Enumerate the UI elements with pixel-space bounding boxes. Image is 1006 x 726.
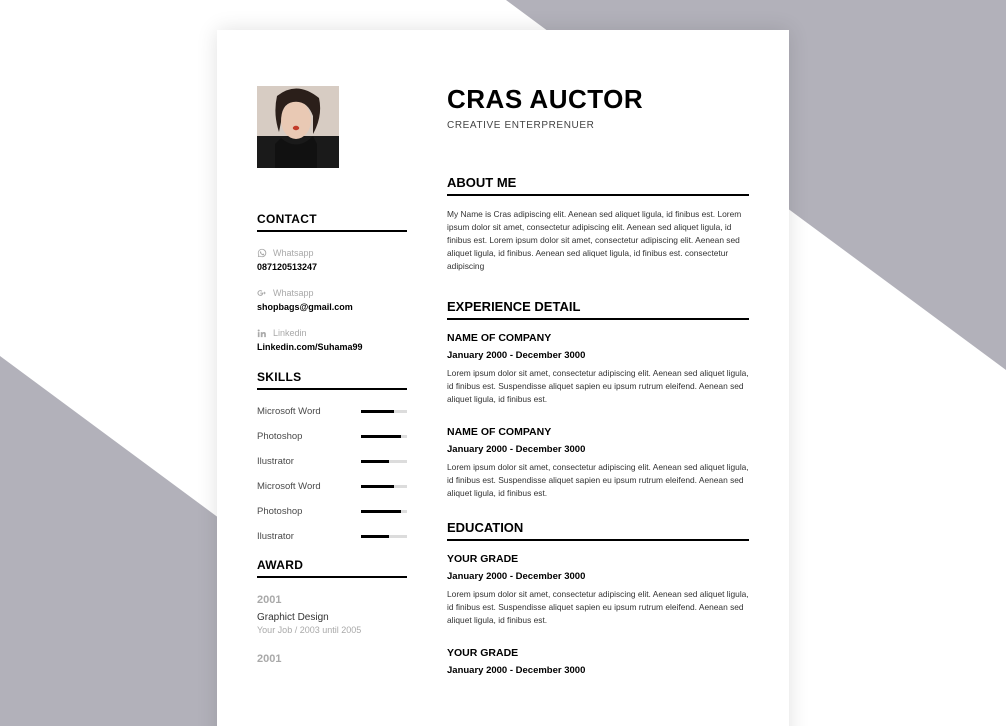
education-heading: EDUCATION: [447, 520, 749, 535]
education-item: YOUR GRADE January 2000 - December 3000 …: [447, 553, 749, 627]
skill-fill: [361, 485, 394, 488]
education-grade: YOUR GRADE: [447, 553, 749, 565]
about-text: My Name is Cras adipiscing elit. Aenean …: [447, 208, 749, 273]
skills-list: Microsoft Word Photoshop Ilustrator Micr…: [257, 406, 407, 542]
skill-fill: [361, 460, 389, 463]
contact-heading: CONTACT: [257, 212, 407, 226]
skill-bar: [361, 435, 407, 438]
skill-row: Microsoft Word: [257, 406, 407, 417]
award-item: 2001: [257, 653, 407, 665]
education-grade: YOUR GRADE: [447, 647, 749, 659]
contact-label-text: Whatsapp: [273, 248, 314, 258]
skill-row: Photoshop: [257, 506, 407, 517]
skill-bar: [361, 485, 407, 488]
contact-label: Linkedin: [257, 328, 407, 338]
experience-text: Lorem ipsum dolor sit amet, consectetur …: [447, 367, 749, 406]
company-name: NAME OF COMPANY: [447, 426, 749, 438]
skill-fill: [361, 535, 389, 538]
education-item: YOUR GRADE January 2000 - December 3000: [447, 647, 749, 676]
education-dates: January 2000 - December 3000: [447, 571, 749, 582]
skill-name: Photoshop: [257, 506, 302, 517]
contact-item: Whatsapp 087120513247: [257, 248, 407, 272]
award-year: 2001: [257, 653, 407, 665]
skills-section: SKILLS Microsoft Word Photoshop Ilustrat…: [257, 370, 407, 542]
contact-section: CONTACT Whatsapp 087120513247: [257, 212, 407, 352]
experience-dates: January 2000 - December 3000: [447, 350, 749, 361]
contact-value: shopbags@gmail.com: [257, 302, 407, 312]
experience-section: EXPERIENCE DETAIL NAME OF COMPANY Januar…: [447, 299, 749, 500]
award-sub: Your Job / 2003 until 2005: [257, 625, 407, 635]
experience-heading: EXPERIENCE DETAIL: [447, 299, 749, 314]
skill-bar: [361, 460, 407, 463]
divider: [447, 539, 749, 541]
skill-bar: [361, 535, 407, 538]
experience-item: NAME OF COMPANY January 2000 - December …: [447, 426, 749, 500]
skill-fill: [361, 435, 401, 438]
contact-value: Linkedin.com/Suhama99: [257, 342, 407, 352]
contact-item: Linkedin Linkedin.com/Suhama99: [257, 328, 407, 352]
resume-page: CONTACT Whatsapp 087120513247: [217, 30, 789, 726]
education-section: EDUCATION YOUR GRADE January 2000 - Dece…: [447, 520, 749, 676]
award-item: 2001 Graphict Design Your Job / 2003 unt…: [257, 594, 407, 635]
divider: [447, 318, 749, 320]
award-heading: AWARD: [257, 558, 407, 572]
award-title: Graphict Design: [257, 612, 407, 623]
stage: CONTACT Whatsapp 087120513247: [0, 0, 1006, 726]
education-text: Lorem ipsum dolor sit amet, consectetur …: [447, 588, 749, 627]
company-name: NAME OF COMPANY: [447, 332, 749, 344]
skill-row: Microsoft Word: [257, 481, 407, 492]
left-column: CONTACT Whatsapp 087120513247: [257, 86, 407, 726]
linkedin-icon: [257, 328, 267, 338]
divider: [447, 194, 749, 196]
education-dates: January 2000 - December 3000: [447, 665, 749, 676]
whatsapp-icon: [257, 248, 267, 258]
about-section: ABOUT ME My Name is Cras adipiscing elit…: [447, 175, 749, 273]
skill-bar: [361, 410, 407, 413]
contact-label: Whatsapp: [257, 288, 407, 298]
skill-name: Photoshop: [257, 431, 302, 442]
experience-item: NAME OF COMPANY January 2000 - December …: [447, 332, 749, 406]
contact-label-text: Linkedin: [273, 328, 307, 338]
skill-fill: [361, 410, 394, 413]
contact-item: Whatsapp shopbags@gmail.com: [257, 288, 407, 312]
skill-bar: [361, 510, 407, 513]
skill-name: Microsoft Word: [257, 406, 321, 417]
divider: [257, 576, 407, 578]
skills-heading: SKILLS: [257, 370, 407, 384]
experience-dates: January 2000 - December 3000: [447, 444, 749, 455]
person-role: CREATIVE ENTERPRENUER: [447, 120, 749, 131]
skill-row: Ilustrator: [257, 456, 407, 467]
right-column: CRAS AUCTOR CREATIVE ENTERPRENUER ABOUT …: [447, 86, 749, 726]
experience-text: Lorem ipsum dolor sit amet, consectetur …: [447, 461, 749, 500]
about-heading: ABOUT ME: [447, 175, 749, 190]
skill-row: Photoshop: [257, 431, 407, 442]
skill-name: Microsoft Word: [257, 481, 321, 492]
contact-label: Whatsapp: [257, 248, 407, 258]
skill-name: Ilustrator: [257, 531, 294, 542]
skill-row: Ilustrator: [257, 531, 407, 542]
contact-value: 087120513247: [257, 262, 407, 272]
person-name: CRAS AUCTOR: [447, 86, 749, 112]
skill-fill: [361, 510, 401, 513]
award-section: AWARD 2001 Graphict Design Your Job / 20…: [257, 558, 407, 665]
contact-label-text: Whatsapp: [273, 288, 314, 298]
skill-name: Ilustrator: [257, 456, 294, 467]
profile-photo: [257, 86, 339, 168]
google-plus-icon: [257, 288, 267, 298]
award-year: 2001: [257, 594, 407, 606]
divider: [257, 388, 407, 390]
divider: [257, 230, 407, 232]
